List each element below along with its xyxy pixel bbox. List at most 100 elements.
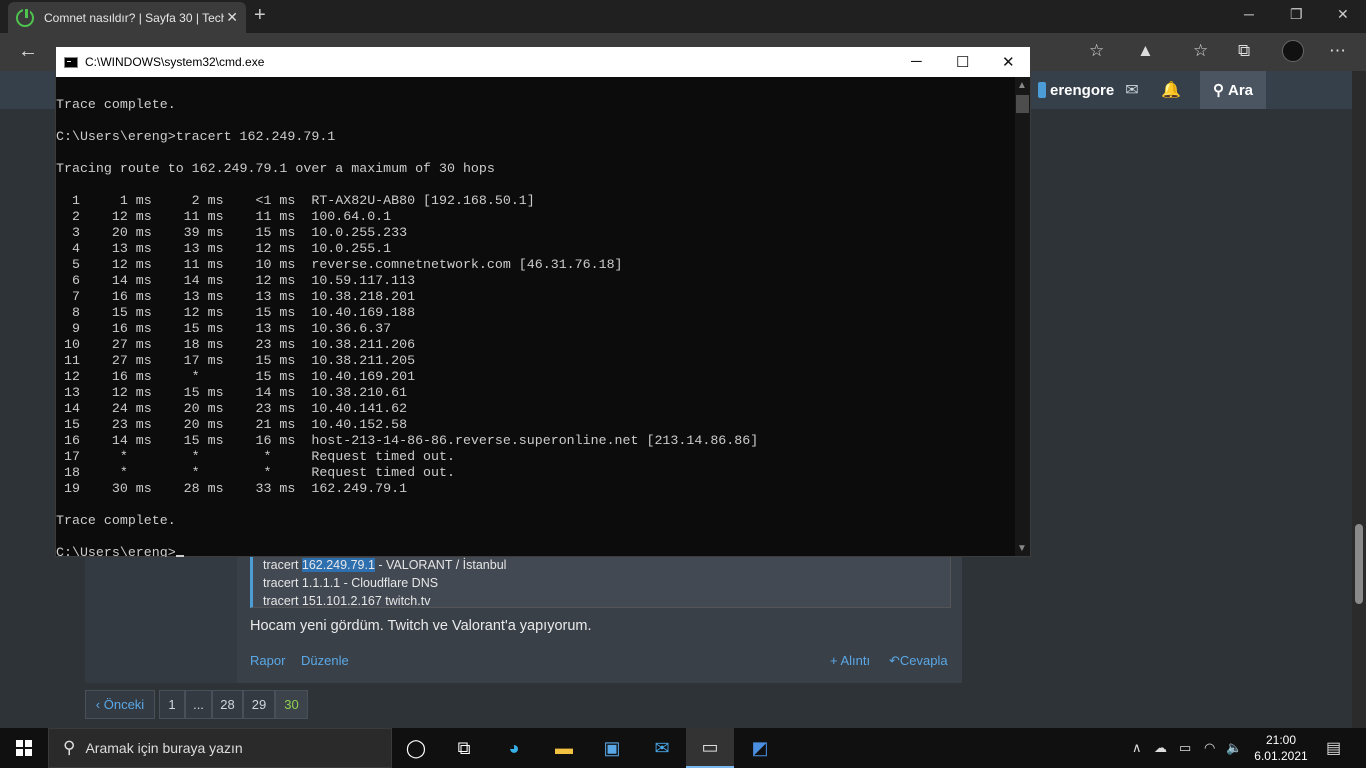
tray-chevron-up-icon[interactable]: ∧: [1132, 740, 1142, 756]
cortana-icon[interactable]: ◯: [392, 728, 440, 768]
favorite-star-icon[interactable]: ☆: [1089, 41, 1104, 61]
cmd-taskbar-icon[interactable]: ▭: [686, 728, 734, 768]
cmd-line: [56, 113, 1016, 129]
notification-center-icon[interactable]: ▤: [1326, 738, 1341, 758]
pagination-page[interactable]: 28: [212, 690, 243, 719]
cmd-maximize-icon[interactable]: ☐: [956, 53, 969, 71]
cmd-line: 18 * * * Request timed out.: [56, 465, 455, 480]
more-menu-icon[interactable]: ⋯: [1329, 41, 1346, 61]
edit-link[interactable]: Düzenle: [301, 653, 349, 668]
favorites-list-icon[interactable]: ☆: [1193, 41, 1208, 61]
cmd-line: 10 27 ms 18 ms 23 ms 10.38.211.206: [56, 337, 416, 352]
volume-icon[interactable]: 🔈: [1226, 740, 1242, 756]
cmd-line: [56, 497, 1016, 513]
cmd-scrollbar-thumb[interactable]: [1016, 95, 1029, 113]
taskbar: ⚲ Aramak için buraya yazın ◯ ⧉ ◕ ▬ ▣ ✉ ▭…: [0, 728, 1366, 768]
cmd-line: Trace complete.: [56, 97, 176, 112]
cmd-line: 5 12 ms 11 ms 10 ms reverse.comnetnetwor…: [56, 257, 623, 272]
start-button[interactable]: [0, 728, 48, 768]
reply-link[interactable]: ↶Cevapla: [889, 653, 948, 669]
store-icon[interactable]: ▣: [588, 728, 636, 768]
scroll-up-icon[interactable]: ▲: [1017, 80, 1027, 91]
cmd-title: C:\WINDOWS\system32\cmd.exe: [85, 55, 265, 69]
cmd-titlebar[interactable]: C:\WINDOWS\system32\cmd.exe ─ ☐ ✕: [56, 47, 1030, 77]
taskbar-clock[interactable]: 21:00 6.01.2021: [1252, 732, 1310, 764]
cmd-close-icon[interactable]: ✕: [1002, 53, 1015, 71]
file-explorer-icon[interactable]: ▬: [540, 728, 588, 768]
cmd-output[interactable]: Trace complete. C:\Users\ereng>tracert 16…: [56, 97, 1016, 557]
nav-username[interactable]: erengore: [1030, 71, 1122, 109]
window-minimize-icon[interactable]: ─: [1244, 6, 1254, 22]
clock-date: 6.01.2021: [1254, 749, 1308, 763]
remote-desktop-icon[interactable]: ◩: [736, 728, 784, 768]
cmd-window[interactable]: C:\WINDOWS\system32\cmd.exe ─ ☐ ✕ Trace …: [55, 46, 1031, 557]
cmd-line: 13 12 ms 15 ms 14 ms 10.38.210.61: [56, 385, 408, 400]
pagination-page[interactable]: 29: [243, 690, 275, 719]
extension-icon[interactable]: ▲: [1137, 41, 1154, 61]
cmd-line: [56, 145, 1016, 161]
edge-icon[interactable]: ◕: [490, 728, 538, 768]
window-close-icon[interactable]: ✕: [1337, 6, 1349, 23]
cmd-line: C:\Users\ereng>tracert 162.249.79.1: [56, 129, 336, 144]
page-scrollbar-thumb[interactable]: [1355, 524, 1363, 604]
task-view-icon[interactable]: ⧉: [440, 728, 488, 768]
user-avatar-icon: [1038, 82, 1046, 98]
pagination-page[interactable]: 1: [159, 690, 185, 719]
post-quote: tracert 162.249.79.1 - VALORANT / İstanb…: [250, 556, 951, 608]
cmd-line: 17 * * * Request timed out.: [56, 449, 455, 464]
power-icon: [16, 6, 34, 27]
quote-link[interactable]: + Alıntı: [830, 653, 870, 668]
tab-title: Comnet nasıldır? | Sayfa 30 | Tech: [44, 10, 224, 25]
pagination-prev[interactable]: ‹ Önceki: [85, 690, 155, 719]
cmd-line: [56, 177, 1016, 193]
cmd-scrollbar[interactable]: ▲ ▼: [1015, 77, 1030, 556]
new-tab-icon[interactable]: +: [254, 4, 266, 27]
cmd-line: 3 20 ms 39 ms 15 ms 10.0.255.233: [56, 225, 408, 240]
inbox-icon[interactable]: ✉: [1113, 71, 1151, 109]
cmd-minimize-icon[interactable]: ─: [911, 53, 922, 70]
pagination-current[interactable]: 30: [275, 690, 308, 719]
cmd-line: 7 16 ms 13 ms 13 ms 10.38.218.201: [56, 289, 416, 304]
taskbar-search-placeholder: Aramak için buraya yazın: [85, 740, 243, 756]
reply-icon: ↶: [889, 653, 900, 668]
cmd-line: 11 27 ms 17 ms 15 ms 10.38.211.205: [56, 353, 416, 368]
battery-icon[interactable]: ▭: [1179, 740, 1191, 756]
profile-avatar[interactable]: [1282, 40, 1304, 62]
cmd-line: 1 1 ms 2 ms <1 ms RT-AX82U-AB80 [192.168…: [56, 193, 535, 208]
collections-icon[interactable]: ⧉: [1238, 41, 1250, 61]
page-scrollbar[interactable]: [1352, 71, 1366, 728]
bell-icon[interactable]: 🔔: [1152, 71, 1190, 109]
cmd-line: [56, 529, 1016, 545]
back-arrow-icon[interactable]: ←: [18, 40, 38, 63]
taskbar-search[interactable]: ⚲ Aramak için buraya yazın: [48, 728, 392, 768]
cmd-prompt-line[interactable]: C:\Users\ereng>: [56, 545, 1016, 557]
wifi-icon[interactable]: ◠: [1204, 740, 1215, 756]
onedrive-cloud-icon[interactable]: ☁: [1154, 740, 1167, 756]
tab-close-icon[interactable]: ✕: [226, 9, 238, 26]
scroll-down-icon[interactable]: ▼: [1017, 543, 1027, 554]
cmd-line: Trace complete.: [56, 513, 176, 528]
cmd-line: 8 15 ms 12 ms 15 ms 10.40.169.188: [56, 305, 416, 320]
cmd-line: 9 16 ms 15 ms 13 ms 10.36.6.37: [56, 321, 392, 336]
cmd-line: 2 12 ms 11 ms 11 ms 100.64.0.1: [56, 209, 392, 224]
report-link[interactable]: Rapor: [250, 653, 285, 668]
search-icon: ⚲: [1212, 82, 1224, 99]
search-button[interactable]: ⚲ Ara: [1200, 71, 1266, 109]
window-restore-icon[interactable]: ❐: [1290, 6, 1303, 23]
cmd-app-icon: [64, 56, 78, 68]
selected-text: 162.249.79.1: [301, 558, 375, 572]
mail-icon[interactable]: ✉: [638, 728, 686, 768]
nav-username-label: erengore: [1050, 81, 1115, 99]
cmd-line: 4 13 ms 13 ms 12 ms 10.0.255.1: [56, 241, 392, 256]
reply-link-label: Cevapla: [899, 653, 948, 668]
cmd-line: Tracing route to 162.249.79.1 over a max…: [56, 161, 495, 176]
browser-tab-active[interactable]: Comnet nasıldır? | Sayfa 30 | Tech ✕: [8, 2, 246, 33]
pagination-ellipsis[interactable]: ...: [185, 690, 212, 719]
text-cursor: [175, 555, 184, 557]
cmd-line: 12 16 ms * 15 ms 10.40.169.201: [56, 369, 416, 384]
cmd-line: 15 23 ms 20 ms 21 ms 10.40.152.58: [56, 417, 408, 432]
quote-line: tracert 162.249.79.1 - VALORANT / İstanb…: [263, 558, 507, 572]
post-author-panel: [85, 556, 237, 683]
cmd-line: 6 14 ms 14 ms 12 ms 10.59.117.113: [56, 273, 416, 288]
windows-logo-icon: [16, 740, 32, 756]
